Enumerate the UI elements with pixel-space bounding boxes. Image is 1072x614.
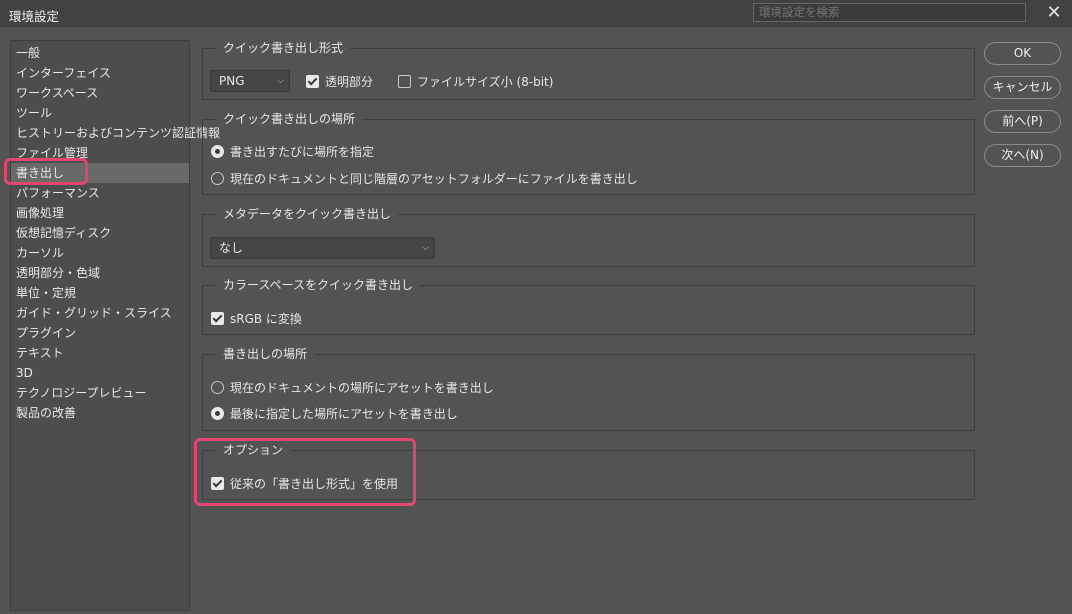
sidebar-item-file-handling[interactable]: ファイル管理: [11, 143, 189, 163]
sidebar-item-export[interactable]: 書き出し: [11, 163, 189, 183]
location-assets-radio[interactable]: [211, 172, 224, 185]
transparency-checkbox-row[interactable]: 透明部分: [306, 73, 373, 90]
metadata-group: メタデータをクイック書き出し なし ⌵: [202, 206, 975, 267]
window-title: 環境設定: [9, 9, 60, 24]
location-ask-radio[interactable]: [211, 145, 224, 158]
sidebar-item-units[interactable]: 単位・定規: [11, 283, 189, 303]
sidebar-item-history[interactable]: ヒストリーおよびコンテンツ認証情報: [11, 123, 220, 143]
sidebar-item-general[interactable]: 一般: [11, 43, 189, 63]
export-location-group: 書き出しの場所 現在のドキュメントの場所にアセットを書き出し 最後に指定した場所…: [202, 346, 975, 431]
quick-export-format-group: クイック書き出し形式 PNG ⌵ 透明部分 ファイルサイズ小 (8-bit): [202, 40, 975, 100]
close-icon[interactable]: ✕: [1042, 2, 1066, 24]
ok-button[interactable]: OK: [984, 42, 1061, 65]
prev-button[interactable]: 前へ(P): [984, 110, 1061, 133]
chevron-down-icon: ⌵: [422, 243, 429, 253]
export-current-radio[interactable]: [211, 381, 224, 394]
search-input[interactable]: [753, 3, 1026, 22]
legacy-export-checkbox[interactable]: [211, 477, 224, 490]
metadata-select[interactable]: なし ⌵: [210, 237, 435, 259]
transparency-checkbox[interactable]: [306, 75, 319, 88]
export-current-label: 現在のドキュメントの場所にアセットを書き出し: [230, 381, 494, 395]
export-last-label: 最後に指定した場所にアセットを書き出し: [230, 407, 458, 421]
sidebar-item-product-improvement[interactable]: 製品の改善: [11, 403, 189, 423]
srgb-label: sRGB に変換: [230, 312, 302, 326]
format-select[interactable]: PNG ⌵: [210, 70, 290, 92]
sidebar: 一般 インターフェイス ワークスペース ツール ヒストリーおよびコンテンツ認証情…: [10, 40, 220, 611]
legacy-export-label: 従来の「書き出し形式」を使用: [230, 477, 399, 491]
group-title: クイック書き出し形式: [216, 40, 351, 56]
sidebar-item-scratch-disks[interactable]: 仮想記憶ディスク: [11, 223, 189, 243]
color-space-group: カラースペースをクイック書き出し sRGB に変換: [202, 277, 975, 335]
sidebar-item-image-processing[interactable]: 画像処理: [11, 203, 189, 223]
export-last-radio[interactable]: [211, 407, 224, 420]
transparency-label: 透明部分: [325, 75, 374, 89]
title-bar: 環境設定 ✕: [0, 0, 1072, 27]
group-title: カラースペースをクイック書き出し: [216, 277, 420, 293]
sidebar-item-transparency[interactable]: 透明部分・色域: [11, 263, 189, 283]
location-ask-label: 書き出すたびに場所を指定: [230, 145, 375, 159]
sidebar-item-tools[interactable]: ツール: [11, 103, 189, 123]
group-title: メタデータをクイック書き出し: [216, 206, 399, 222]
small-file-label: ファイルサイズ小 (8-bit): [417, 75, 554, 89]
export-location-last-row[interactable]: 最後に指定した場所にアセットを書き出し: [211, 405, 458, 422]
sidebar-item-cursors[interactable]: カーソル: [11, 243, 189, 263]
chevron-down-icon: ⌵: [277, 76, 284, 86]
sidebar-item-guides[interactable]: ガイド・グリッド・スライス: [11, 303, 189, 323]
srgb-checkbox-row[interactable]: sRGB に変換: [211, 310, 302, 327]
group-title: 書き出しの場所: [216, 346, 315, 362]
legacy-export-checkbox-row[interactable]: 従来の「書き出し形式」を使用: [211, 475, 398, 492]
quick-export-location-group: クイック書き出しの場所 書き出すたびに場所を指定 現在のドキュメントと同じ階層の…: [202, 111, 975, 195]
group-title: クイック書き出しの場所: [216, 111, 363, 127]
format-select-value: PNG: [219, 74, 245, 88]
next-button[interactable]: 次へ(N): [984, 144, 1061, 167]
sidebar-item-plugins[interactable]: プラグイン: [11, 323, 189, 343]
sidebar-item-interface[interactable]: インターフェイス: [11, 63, 189, 83]
location-option-assets-row[interactable]: 現在のドキュメントと同じ階層のアセットフォルダーにファイルを書き出し: [211, 170, 638, 187]
options-group: オプション 従来の「書き出し形式」を使用: [202, 442, 975, 500]
location-assets-label: 現在のドキュメントと同じ階層のアセットフォルダーにファイルを書き出し: [230, 172, 638, 186]
cancel-button[interactable]: キャンセル: [984, 76, 1061, 99]
sidebar-item-tech-preview[interactable]: テクノロジープレビュー: [11, 383, 189, 403]
metadata-select-value: なし: [219, 241, 244, 255]
export-location-current-row[interactable]: 現在のドキュメントの場所にアセットを書き出し: [211, 379, 494, 396]
srgb-checkbox[interactable]: [211, 312, 224, 325]
group-title: オプション: [216, 442, 291, 458]
sidebar-item-performance[interactable]: パフォーマンス: [11, 183, 189, 203]
sidebar-item-3d[interactable]: 3D: [11, 363, 189, 383]
sidebar-item-type[interactable]: テキスト: [11, 343, 189, 363]
location-option-ask-row[interactable]: 書き出すたびに場所を指定: [211, 143, 374, 160]
dialog-body: 一般 インターフェイス ワークスペース ツール ヒストリーおよびコンテンツ認証情…: [0, 27, 1072, 614]
small-file-checkbox-row[interactable]: ファイルサイズ小 (8-bit): [398, 73, 553, 90]
sidebar-item-workspace[interactable]: ワークスペース: [11, 83, 189, 103]
small-file-checkbox[interactable]: [398, 75, 411, 88]
